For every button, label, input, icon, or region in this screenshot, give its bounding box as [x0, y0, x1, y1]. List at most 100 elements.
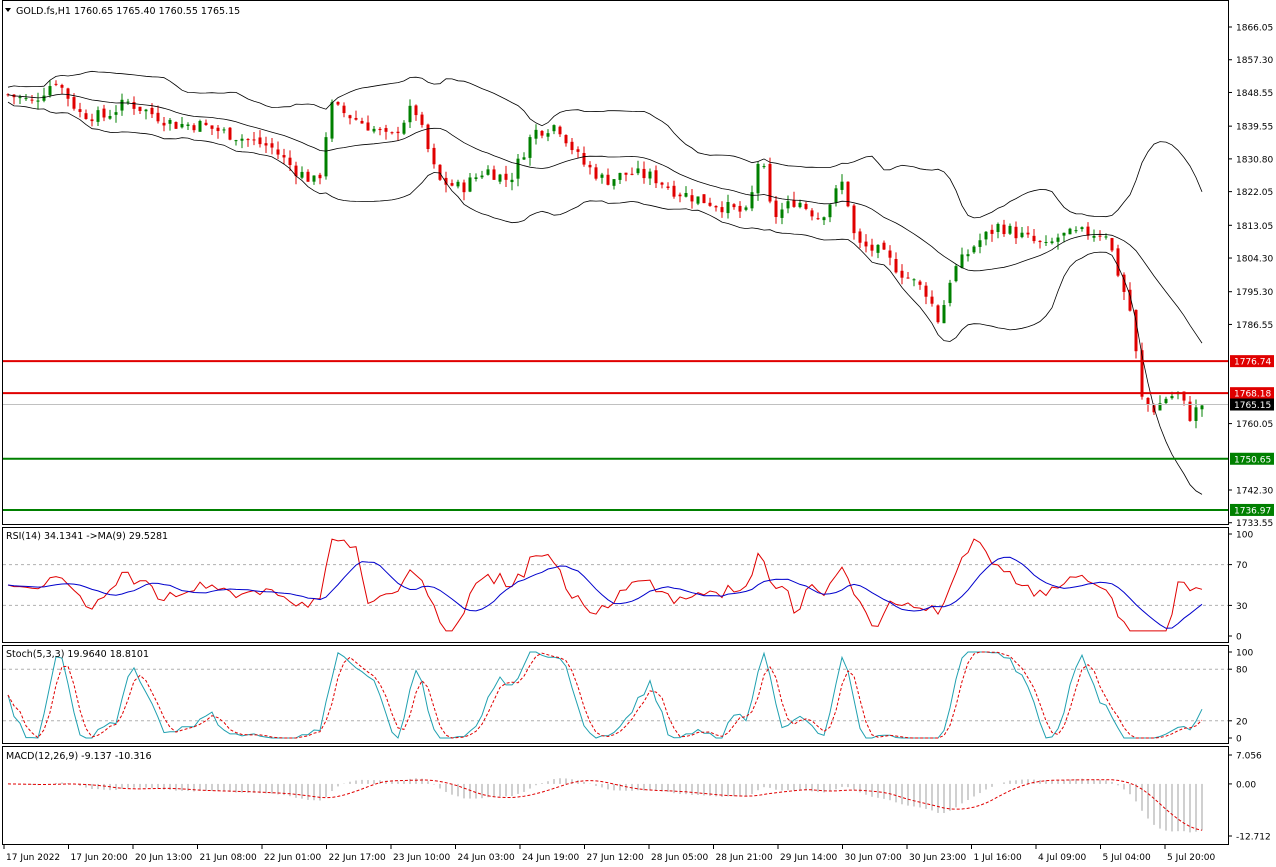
- price-tick-label: 1830.80: [1236, 155, 1273, 165]
- candle-body: [282, 155, 286, 158]
- rsi-panel[interactable]: [2, 527, 1229, 643]
- candle-body: [72, 97, 76, 109]
- candle-body: [1026, 232, 1030, 235]
- time-tick-label: 29 Jun 14:00: [780, 853, 837, 863]
- candle-body: [1164, 398, 1168, 404]
- trading-chart[interactable]: 1776.74 1768.18 1750.65 1736.97 1765.15 1866…: [0, 0, 1276, 867]
- candle-body: [570, 141, 574, 151]
- candle-body: [468, 177, 472, 192]
- candle-body: [912, 279, 916, 281]
- candle-body: [588, 164, 592, 168]
- candle-body: [1098, 235, 1102, 237]
- time-tick-label: 20 Jun 13:00: [135, 853, 192, 863]
- candle-body: [48, 86, 52, 96]
- candle-body: [984, 231, 988, 240]
- candle-body: [630, 173, 634, 175]
- price-tick-label: 1857.30: [1236, 56, 1273, 66]
- candle-body: [462, 182, 466, 193]
- candle-body: [1002, 224, 1006, 235]
- candle-body: [684, 192, 688, 197]
- main-price-panel[interactable]: [2, 0, 1229, 525]
- candle-body: [222, 129, 226, 131]
- indicator-tick-label: 0: [1236, 633, 1242, 643]
- candle-body: [24, 98, 28, 100]
- price-tick-label: 1866.05: [1236, 24, 1273, 34]
- indicator-tick-label: 0: [1236, 735, 1242, 745]
- candle-body: [978, 240, 982, 247]
- candle-body: [522, 157, 526, 160]
- candle-body: [156, 112, 160, 122]
- candle-body: [804, 203, 808, 209]
- candle-body: [336, 101, 340, 105]
- indicator-tick-label: 30: [1236, 602, 1248, 612]
- candle-body: [690, 195, 694, 202]
- candle-body: [1170, 396, 1174, 399]
- time-tick-label: 28 Jun 05:00: [651, 853, 708, 863]
- time-tick-label: 27 Jun 12:00: [587, 853, 644, 863]
- candle-body: [492, 169, 496, 180]
- candle-body: [480, 175, 484, 178]
- candle-body: [798, 202, 802, 208]
- candle-body: [18, 97, 22, 99]
- candle-body: [486, 169, 490, 175]
- candle-body: [870, 244, 874, 251]
- candle-body: [780, 209, 784, 218]
- time-tick-label: 22 Jun 01:00: [264, 853, 321, 863]
- candle-body: [972, 246, 976, 253]
- candle-body: [318, 174, 322, 179]
- candle-body: [942, 305, 946, 324]
- candle-body: [516, 158, 520, 179]
- candle-body: [1062, 232, 1066, 236]
- candle-body: [198, 120, 202, 132]
- candle-body: [60, 84, 64, 88]
- indicator-tick-label: 80: [1236, 666, 1248, 676]
- candle-body: [852, 205, 856, 234]
- candle-body: [1044, 242, 1048, 244]
- indicator-tick-label: 70: [1236, 561, 1248, 571]
- candle-body: [1014, 226, 1018, 239]
- time-tick-label: 28 Jun 21:00: [716, 853, 773, 863]
- time-tick-label: 17 Jun 2022: [6, 853, 60, 863]
- candle-body: [246, 139, 250, 141]
- candle-body: [1092, 235, 1096, 238]
- candle-body: [414, 105, 418, 116]
- candle-body: [828, 204, 832, 218]
- candle-body: [546, 133, 550, 137]
- time-tick-label: 30 Jun 07:00: [845, 853, 902, 863]
- candle-body: [450, 183, 454, 186]
- candle-body: [426, 124, 430, 150]
- candle-body: [1050, 241, 1054, 244]
- candle-body: [408, 105, 412, 123]
- price-tick-label: 1804.30: [1236, 255, 1273, 265]
- candle-body: [162, 122, 166, 126]
- candle-body: [330, 102, 334, 139]
- candle-body: [990, 229, 994, 234]
- candle-body: [618, 172, 622, 180]
- candle-body: [558, 126, 562, 135]
- candle-body: [180, 123, 184, 128]
- candle-body: [510, 179, 514, 183]
- indicator-tick-label: 7.056: [1236, 752, 1262, 762]
- candle-body: [576, 149, 580, 152]
- candle-body: [132, 102, 136, 109]
- candle-body: [36, 100, 40, 102]
- candle-body: [66, 88, 70, 99]
- candle-body: [528, 137, 532, 158]
- time-tick-label: 5 Jul 20:00: [1167, 853, 1216, 863]
- candle-body: [750, 192, 754, 209]
- macd-panel[interactable]: [2, 746, 1229, 845]
- candle-body: [642, 168, 646, 179]
- candle-body: [1086, 226, 1090, 236]
- candle-body: [894, 258, 898, 273]
- candle-body: [1146, 397, 1150, 405]
- candle-body: [732, 204, 736, 208]
- candle-body: [666, 186, 670, 188]
- symbol-header: GOLD.fs,H1 1760.65 1765.40 1760.55 1765.…: [16, 6, 240, 17]
- candle-body: [1194, 407, 1198, 421]
- candle-body: [120, 99, 124, 111]
- candle-body: [582, 152, 586, 165]
- candle-body: [372, 128, 376, 132]
- time-tick-label: 22 Jun 17:00: [329, 853, 386, 863]
- candle-body: [276, 149, 280, 155]
- candle-body: [1020, 232, 1024, 238]
